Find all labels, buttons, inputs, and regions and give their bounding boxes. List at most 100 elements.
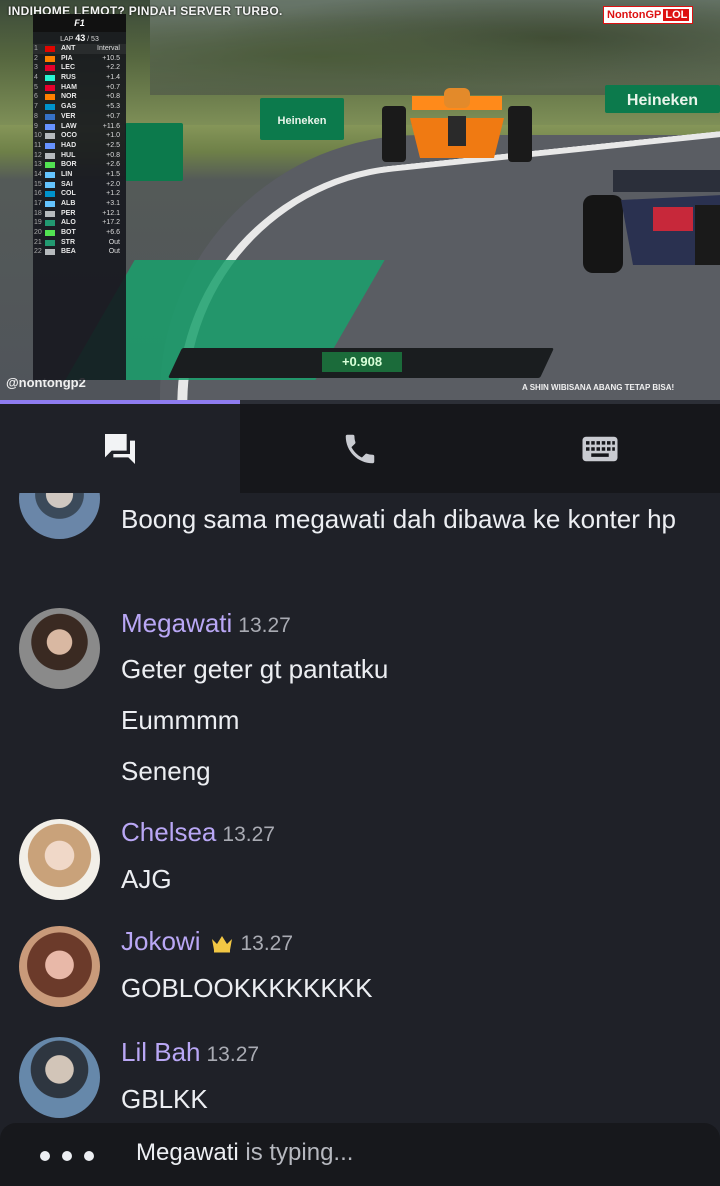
message-time: 13.27 xyxy=(240,932,294,955)
timing-position: 17 xyxy=(34,200,42,207)
timing-driver: COL xyxy=(61,190,76,198)
stream-logo-badge: LOL xyxy=(663,9,690,21)
timing-row: 20 BOT +6.6 xyxy=(33,228,126,238)
heineken-board-right-text: Heineken xyxy=(626,92,699,109)
team-color-icon xyxy=(45,210,55,217)
timing-gap: +10.5 xyxy=(102,54,120,62)
timing-row: 10 OCO +1.0 xyxy=(33,131,126,141)
avatar[interactable] xyxy=(19,926,100,1007)
timing-gap: +2.0 xyxy=(106,180,120,188)
redbull-car xyxy=(583,170,720,273)
lap-label: LAP xyxy=(60,36,74,43)
team-color-icon xyxy=(45,171,55,178)
timing-row: 16 COL +1.2 xyxy=(33,189,126,199)
team-color-icon xyxy=(45,142,55,149)
timing-row: 9 LAW +11.6 xyxy=(33,122,126,132)
tab-bar xyxy=(0,404,720,493)
team-color-icon xyxy=(45,152,55,159)
timing-driver: BOR xyxy=(61,161,77,169)
video-player[interactable]: Heineken Heineken INDIHOME LEMOT? PINDAH… xyxy=(0,0,720,400)
crown-icon xyxy=(212,936,233,953)
timing-gap: +2.6 xyxy=(106,161,120,169)
stream-ticker: A SHIN WIBISANA ABANG TETAP BISA! xyxy=(522,383,675,392)
timing-row: 6 NOR +0.8 xyxy=(33,92,126,102)
author-name: Megawati xyxy=(121,608,233,638)
author-name: Lil Bah xyxy=(121,1037,201,1067)
team-color-icon xyxy=(45,84,55,91)
f1-logo: F1 xyxy=(33,14,126,32)
typing-dot xyxy=(62,1151,72,1161)
message: Chelsea 13.27 AJG xyxy=(0,813,720,913)
timing-row: 2 PIA +10.5 xyxy=(33,54,126,64)
timing-driver: SAI xyxy=(61,180,73,188)
timing-row: 5 HAM +0.7 xyxy=(33,83,126,93)
team-color-icon xyxy=(45,220,55,227)
timing-row: 1 ANT Interval xyxy=(33,44,126,54)
timing-position: 15 xyxy=(34,180,42,188)
message-line: Seneng xyxy=(121,756,211,786)
tab-keyboard[interactable] xyxy=(480,404,720,493)
avatar[interactable] xyxy=(19,1037,100,1118)
timing-driver: LIN xyxy=(61,170,73,178)
timing-position: 14 xyxy=(34,170,42,178)
phone-icon xyxy=(345,434,375,463)
timing-position: 5 xyxy=(34,83,38,91)
message-time: 13.27 xyxy=(222,823,275,846)
message-time: 13.27 xyxy=(238,614,291,637)
avatar[interactable] xyxy=(19,608,100,689)
team-color-icon xyxy=(45,65,55,72)
timing-driver: HUL xyxy=(61,151,76,159)
timing-position: 4 xyxy=(34,74,38,82)
message-author[interactable]: Jokowi 13.27 xyxy=(121,926,293,957)
timing-gap: +6.6 xyxy=(106,229,120,237)
timing-driver: GAS xyxy=(61,103,77,111)
timing-driver: HAM xyxy=(61,83,77,91)
message-time: 13.27 xyxy=(206,1043,260,1066)
avatar[interactable] xyxy=(19,493,100,539)
chat-icon xyxy=(105,433,135,464)
timing-driver: BEA xyxy=(61,248,76,256)
message-author[interactable]: Chelsea 13.27 xyxy=(121,817,275,848)
timing-position: 16 xyxy=(34,190,42,198)
message-text: Boong sama megawati dah dibawa ke konter… xyxy=(121,504,677,534)
timing-position: 20 xyxy=(34,229,42,237)
timing-driver: ALO xyxy=(61,219,76,227)
message: Megawati 13.27 Geter geter gt pantatku Eu… xyxy=(0,603,720,803)
timing-row: 4 RUS +1.4 xyxy=(33,73,126,83)
timing-tower: F1 LAP 43 / 53 1 ANT Interval 2 PIA +10.5 3 LEC… xyxy=(33,14,126,380)
tab-chat[interactable] xyxy=(0,404,240,493)
timing-driver: OCO xyxy=(61,132,77,140)
keyboard-icon xyxy=(582,436,618,461)
team-color-icon xyxy=(45,181,55,188)
side-board xyxy=(125,123,183,181)
timing-driver: BOT xyxy=(61,229,76,237)
message-author[interactable]: Lil Bah 13.27 xyxy=(121,1037,259,1068)
timing-position: 22 xyxy=(34,248,42,256)
message-line: GOBLOOKKKKKKKK xyxy=(121,973,373,1003)
timing-gap: +0.7 xyxy=(106,112,120,120)
timing-position: 3 xyxy=(34,64,38,72)
timing-gap: Interval xyxy=(97,45,120,52)
message-line: AJG xyxy=(121,864,172,894)
team-color-icon xyxy=(45,94,55,101)
avatar[interactable] xyxy=(19,819,100,900)
chat-feed[interactable]: Boong sama megawati dah dibawa ke konter… xyxy=(0,493,720,1123)
timing-gap: +12.1 xyxy=(102,209,120,217)
typing-text: Megawati is typing... xyxy=(136,1139,353,1167)
team-color-icon xyxy=(45,162,55,169)
typing-dot xyxy=(84,1151,94,1161)
timing-driver: VER xyxy=(61,112,76,120)
timing-gap: +1.4 xyxy=(106,74,120,82)
timing-gap: +11.6 xyxy=(102,122,120,130)
tab-call[interactable] xyxy=(240,404,480,493)
timing-position: 8 xyxy=(34,112,38,120)
timing-row: 19 ALO +17.2 xyxy=(33,218,126,228)
timing-position: 1 xyxy=(34,45,38,52)
message-author[interactable]: Megawati 13.27 xyxy=(121,608,291,639)
timing-driver: ALB xyxy=(61,200,76,207)
timing-gap: +17.2 xyxy=(102,219,120,227)
timing-position: 2 xyxy=(34,54,38,62)
timing-gap: +0.8 xyxy=(106,93,120,101)
timing-driver: STR xyxy=(61,238,75,246)
timing-position: 12 xyxy=(34,151,42,159)
